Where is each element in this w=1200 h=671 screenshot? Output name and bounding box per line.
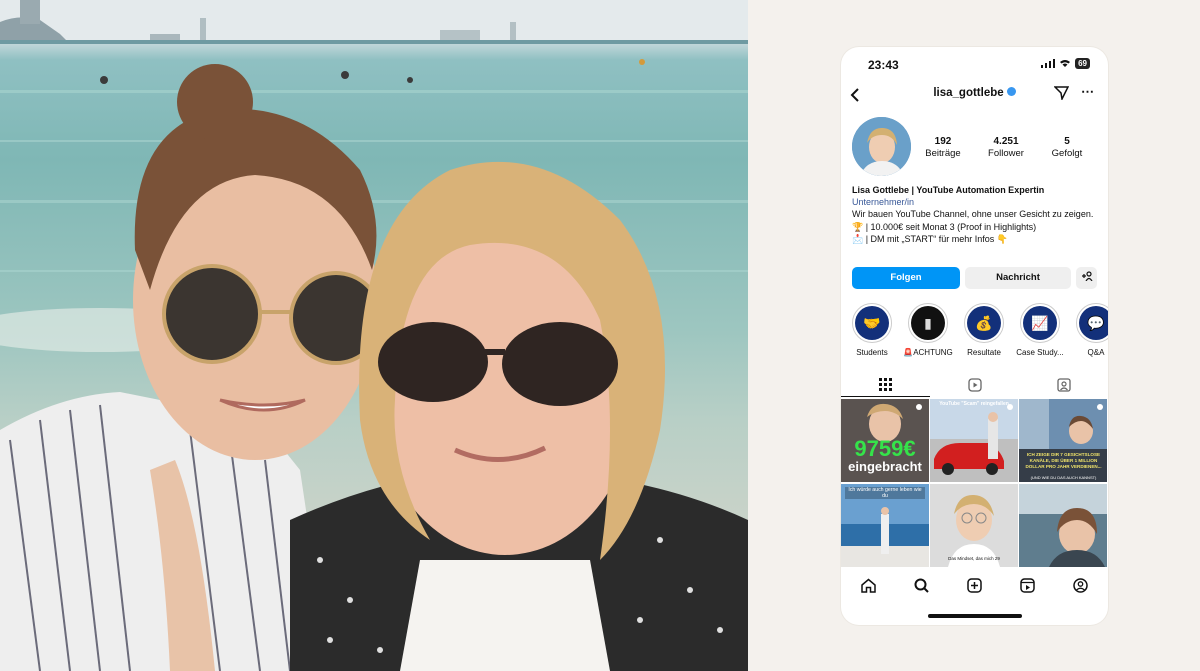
- stat-posts[interactable]: 192 Beiträge: [923, 136, 963, 159]
- post-caption: Das Mindset, das mich 29: [948, 556, 1000, 561]
- highlight-ring: 💬: [1076, 303, 1108, 343]
- post-sub-text: eingebracht: [848, 459, 922, 474]
- profile-header: lisa_gottlebe ⋯: [841, 84, 1108, 107]
- reels-icon: [967, 378, 982, 392]
- stat-posts-value: 192: [934, 136, 952, 147]
- home-icon: [860, 578, 876, 593]
- posts-grid: 9759€ eingebracht YouTube "Scam" reingef…: [841, 399, 1108, 567]
- stat-following[interactable]: 5 Gefolgt: [1047, 136, 1087, 159]
- nav-reels[interactable]: [1017, 575, 1037, 595]
- post-tile[interactable]: Das Mindset, das mich 29: [930, 484, 1018, 567]
- highlight-label: Case Study...: [1016, 348, 1064, 357]
- handshake-icon: 🤝: [855, 306, 889, 340]
- post-thumbnail: [930, 484, 1018, 567]
- phone-icon: ▮: [911, 306, 945, 340]
- stat-following-value: 5: [1064, 136, 1070, 147]
- post-caption: Ich würde auch gerne leben wie du: [845, 487, 925, 499]
- verified-badge-icon: [1006, 87, 1016, 97]
- instagram-profile-screen: 23:43 69 lisa_gottlebe ⋯ 192 Beiträge 4.…: [841, 47, 1108, 625]
- beach-scene-illustration: [0, 0, 748, 671]
- stat-following-label: Gefolgt: [1051, 148, 1083, 159]
- stat-followers[interactable]: 4.251 Follower: [981, 136, 1031, 159]
- highlight-ring: ▮: [908, 303, 948, 343]
- follow-button[interactable]: Folgen: [852, 267, 960, 289]
- highlight-label: Resultate: [967, 348, 1001, 357]
- post-tile[interactable]: Ich würde auch gerne leben wie du: [841, 484, 929, 567]
- selfie-photo: [0, 0, 748, 671]
- signal-icon: [1041, 59, 1056, 68]
- post-thumbnail: [1019, 484, 1107, 567]
- highlight-resultate[interactable]: 💰 Resultate: [959, 303, 1009, 357]
- highlight-label: Q&A: [1087, 348, 1105, 357]
- stat-posts-label: Beiträge: [925, 148, 961, 159]
- highlight-achtung[interactable]: ▮ 🚨ACHTUNG: [903, 303, 953, 357]
- highlight-case-study[interactable]: 📈 Case Study...: [1015, 303, 1065, 357]
- profile-bio: Lisa Gottlebe | YouTube Automation Exper…: [852, 184, 1097, 245]
- tab-reels[interactable]: [930, 373, 1019, 397]
- tab-grid[interactable]: [841, 373, 930, 397]
- post-tile[interactable]: ICH ZEIGE DIR 7 GESICHTSLOSE KANÄLE, DIE…: [1019, 399, 1107, 482]
- more-options-button[interactable]: ⋯: [1081, 84, 1095, 100]
- highlight-ring: 💰: [964, 303, 1004, 343]
- tagged-icon: [1056, 378, 1071, 392]
- battery-icon: 69: [1075, 58, 1090, 69]
- nav-search[interactable]: [911, 575, 931, 595]
- profile-avatar[interactable]: [852, 117, 911, 176]
- bio-name: Lisa Gottlebe | YouTube Automation Exper…: [852, 185, 1045, 195]
- avatar-portrait: [852, 117, 911, 176]
- home-indicator: [928, 614, 1022, 618]
- chart-icon: 📈: [1023, 306, 1057, 340]
- username-text: lisa_gottlebe: [933, 87, 1004, 99]
- add-post-icon: [966, 577, 982, 593]
- search-icon: [914, 578, 929, 593]
- bio-category: Unternehmer/in: [852, 197, 915, 208]
- message-button[interactable]: Nachricht: [965, 267, 1071, 289]
- stat-followers-value: 4.251: [993, 136, 1019, 147]
- post-caption: YouTube "Scam" reingefallen: [939, 401, 1009, 407]
- add-person-icon: [1081, 271, 1093, 282]
- post-tile[interactable]: YouTube "Scam" reingefallen: [930, 399, 1018, 482]
- reels-icon: [1019, 577, 1035, 593]
- send-button[interactable]: [1053, 86, 1070, 105]
- status-icons: 69: [1041, 58, 1090, 69]
- status-bar: 23:43 69: [841, 47, 1108, 81]
- post-caption: ICH ZEIGE DIR 7 GESICHTSLOSE KANÄLE, DIE…: [1025, 452, 1102, 469]
- nav-profile[interactable]: [1070, 575, 1090, 595]
- nav-create[interactable]: [964, 575, 984, 595]
- nav-home[interactable]: [858, 575, 878, 595]
- status-time: 23:43: [868, 58, 899, 72]
- bottom-navigation: [841, 572, 1108, 598]
- wifi-icon: [1060, 60, 1071, 67]
- bio-line-3: 📩 | DM mit „START“ für mehr Infos 👇: [852, 233, 1008, 244]
- suggest-people-button[interactable]: [1076, 267, 1097, 289]
- bio-line-2: 🏆 | 10.000€ seit Monat 3 (Proof in Highl…: [852, 221, 1037, 232]
- post-tile[interactable]: 9759€ eingebracht: [841, 399, 929, 482]
- post-sub-text: (UND WIE DU DAS AUCH KANNST): [1030, 475, 1097, 480]
- bio-line-1: Wir bauen YouTube Channel, ohne unser Ge…: [852, 209, 1094, 220]
- highlight-students[interactable]: 🤝 Students: [847, 303, 897, 357]
- highlight-label: Students: [856, 348, 888, 357]
- paper-plane-icon: [1053, 86, 1070, 102]
- stat-followers-label: Follower: [988, 148, 1024, 159]
- post-tile[interactable]: [1019, 484, 1107, 567]
- highlight-label: 🚨ACHTUNG: [903, 348, 953, 357]
- profile-tabs: [841, 373, 1108, 397]
- profile-icon: [1072, 577, 1088, 593]
- tab-tagged[interactable]: [1019, 373, 1108, 397]
- highlight-ring: 🤝: [852, 303, 892, 343]
- highlight-qa[interactable]: 💬 Q&A: [1071, 303, 1108, 357]
- highlight-ring: 📈: [1020, 303, 1060, 343]
- post-thumbnail: [930, 399, 1018, 482]
- question-icon: 💬: [1079, 306, 1108, 340]
- grid-icon: [879, 378, 892, 391]
- money-icon: 💰: [967, 306, 1001, 340]
